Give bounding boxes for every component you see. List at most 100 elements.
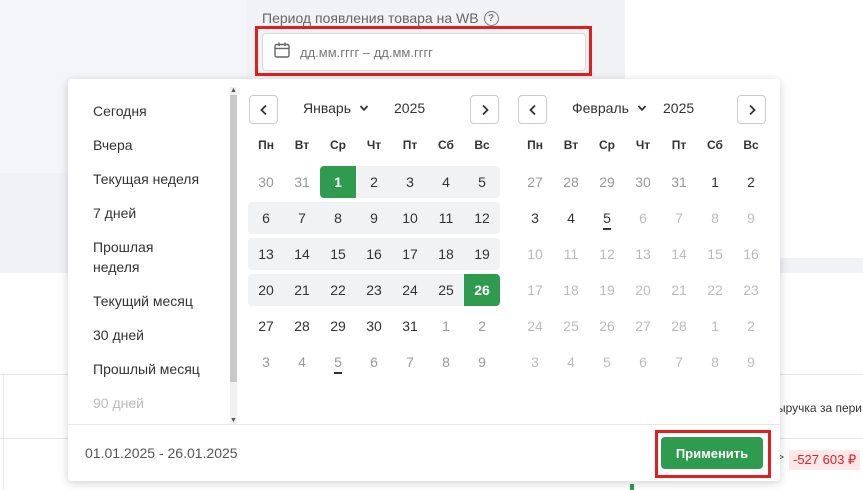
- calendar-day[interactable]: 4: [284, 346, 320, 378]
- preset-yesterday[interactable]: Вчера: [93, 135, 223, 155]
- calendar-day[interactable]: 22: [320, 274, 356, 306]
- preset-today[interactable]: Сегодня: [93, 101, 223, 121]
- calendar-day[interactable]: 30: [356, 310, 392, 342]
- scroll-down-arrow-icon[interactable]: ▼: [230, 417, 237, 424]
- calendar-day[interactable]: 21: [284, 274, 320, 306]
- calendar-day[interactable]: 11: [428, 202, 464, 234]
- calendar-day[interactable]: 31: [661, 166, 697, 198]
- calendar-day[interactable]: 20: [248, 274, 284, 306]
- calendar-day-selected[interactable]: 26: [464, 274, 500, 306]
- calendar-day[interactable]: 8: [320, 202, 356, 234]
- calendar-day[interactable]: 3: [248, 346, 284, 378]
- chevron-left-icon: [259, 104, 267, 115]
- preset-last-week[interactable]: Прошлая неделя: [93, 237, 173, 277]
- calendar-day[interactable]: 7: [284, 202, 320, 234]
- calendar-day[interactable]: 15: [320, 238, 356, 270]
- table-divider: [3, 374, 4, 490]
- scrollbar-thumb[interactable]: [230, 95, 237, 382]
- calendar-day: 26: [599, 318, 615, 334]
- calendar-day[interactable]: 4: [428, 166, 464, 198]
- calendar-day[interactable]: 27: [248, 310, 284, 342]
- calendar-day[interactable]: 2: [733, 166, 769, 198]
- calendar-day[interactable]: 31: [392, 310, 428, 342]
- calendar-day[interactable]: 23: [356, 274, 392, 306]
- calendar-day[interactable]: 30: [248, 166, 284, 198]
- calendar-day: 12: [599, 246, 615, 262]
- calendar-day[interactable]: 3: [517, 202, 553, 234]
- calendar-day[interactable]: 2: [464, 310, 500, 342]
- calendar-day[interactable]: 16: [356, 238, 392, 270]
- calendar-day-selected[interactable]: 1: [320, 166, 356, 198]
- calendar-day[interactable]: 6: [356, 346, 392, 378]
- calendar-day[interactable]: 7: [392, 346, 428, 378]
- calendar-day[interactable]: 3: [392, 166, 428, 198]
- year-label[interactable]: 2025: [394, 100, 425, 116]
- preset-current-week[interactable]: Текущая неделя: [93, 169, 223, 189]
- calendar-day[interactable]: 8: [428, 346, 464, 378]
- calendar-day: 1: [711, 318, 719, 334]
- calendar-day[interactable]: 17: [392, 238, 428, 270]
- preset-7-days[interactable]: 7 дней: [93, 203, 223, 223]
- weekday-label: Чт: [366, 138, 382, 152]
- next-month-button[interactable]: [470, 95, 499, 124]
- weekday-label: Сб: [438, 138, 454, 152]
- calendar-day[interactable]: 10: [392, 202, 428, 234]
- year-label[interactable]: 2025: [663, 100, 694, 116]
- calendar-day[interactable]: 13: [248, 238, 284, 270]
- period-field-label-text: Период появления товара на WB: [262, 10, 479, 26]
- prev-month-button[interactable]: [249, 95, 278, 124]
- calendar-day[interactable]: 29: [589, 166, 625, 198]
- chevron-right-icon: [481, 104, 489, 115]
- calendar-day[interactable]: 25: [428, 274, 464, 306]
- weekday-label: Пн: [527, 138, 543, 152]
- day-grid: 27 28 29 30 31 1 2 3 4 5 6 7 8 9 10 11 12 13 14 15 16 17 18 19 2…: [517, 166, 771, 382]
- preset-30-days[interactable]: 30 дней: [93, 325, 223, 345]
- month-select[interactable]: Январь: [303, 100, 369, 116]
- month-select-value: Февраль: [572, 100, 629, 116]
- month-select[interactable]: Февраль: [572, 100, 647, 116]
- preset-last-month[interactable]: Прошлый месяц: [93, 359, 223, 379]
- calendar-day[interactable]: 24: [392, 274, 428, 306]
- calendar-day: 7: [675, 354, 683, 370]
- calendar-day[interactable]: 1: [697, 166, 733, 198]
- weekday-label: Ср: [330, 138, 346, 152]
- help-circle-icon[interactable]: ?: [483, 10, 499, 26]
- calendar-day[interactable]: 4: [553, 202, 589, 234]
- calendar-day[interactable]: 9: [464, 346, 500, 378]
- calendar-day: 18: [563, 282, 579, 298]
- calendar-day: 3: [531, 354, 539, 370]
- calendar-day[interactable]: 2: [356, 166, 392, 198]
- scroll-up-arrow-icon[interactable]: ▲: [230, 87, 237, 94]
- calendar-day[interactable]: 30: [625, 166, 661, 198]
- preset-90-days[interactable]: 90 дней: [93, 393, 223, 413]
- calendar-day[interactable]: 1: [428, 310, 464, 342]
- calendar-day: 8: [711, 210, 719, 226]
- calendar-day[interactable]: 5: [589, 202, 625, 234]
- prev-month-button[interactable]: [518, 95, 547, 124]
- calendar-day[interactable]: 28: [553, 166, 589, 198]
- calendar-day[interactable]: 9: [356, 202, 392, 234]
- preset-scrollbar[interactable]: ▲ ▼: [229, 87, 238, 424]
- calendar-day[interactable]: 14: [284, 238, 320, 270]
- calendar-day[interactable]: 18: [428, 238, 464, 270]
- table-column-header[interactable]: ыручка за пери: [777, 401, 862, 415]
- calendar-day[interactable]: 6: [248, 202, 284, 234]
- calendar-day[interactable]: 27: [517, 166, 553, 198]
- calendar-day[interactable]: 29: [320, 310, 356, 342]
- calendar-day: 5: [603, 354, 611, 370]
- calendar-day[interactable]: 12: [464, 202, 500, 234]
- highlight-frame: [255, 26, 592, 76]
- weekday-label: Пт: [671, 138, 687, 152]
- calendar-day[interactable]: 19: [464, 238, 500, 270]
- preset-current-month[interactable]: Текущий месяц: [93, 291, 223, 311]
- weekday-label: Чт: [635, 138, 651, 152]
- chevron-down-icon: [637, 105, 647, 112]
- next-month-button[interactable]: [737, 95, 766, 124]
- calendar-day[interactable]: 28: [284, 310, 320, 342]
- calendar-day[interactable]: 5: [320, 346, 356, 378]
- calendar-day: 23: [743, 282, 759, 298]
- calendar-day[interactable]: 5: [464, 166, 500, 198]
- period-field-label: Период появления товара на WB ?: [262, 10, 499, 26]
- calendar-day: 4: [567, 354, 575, 370]
- calendar-day[interactable]: 31: [284, 166, 320, 198]
